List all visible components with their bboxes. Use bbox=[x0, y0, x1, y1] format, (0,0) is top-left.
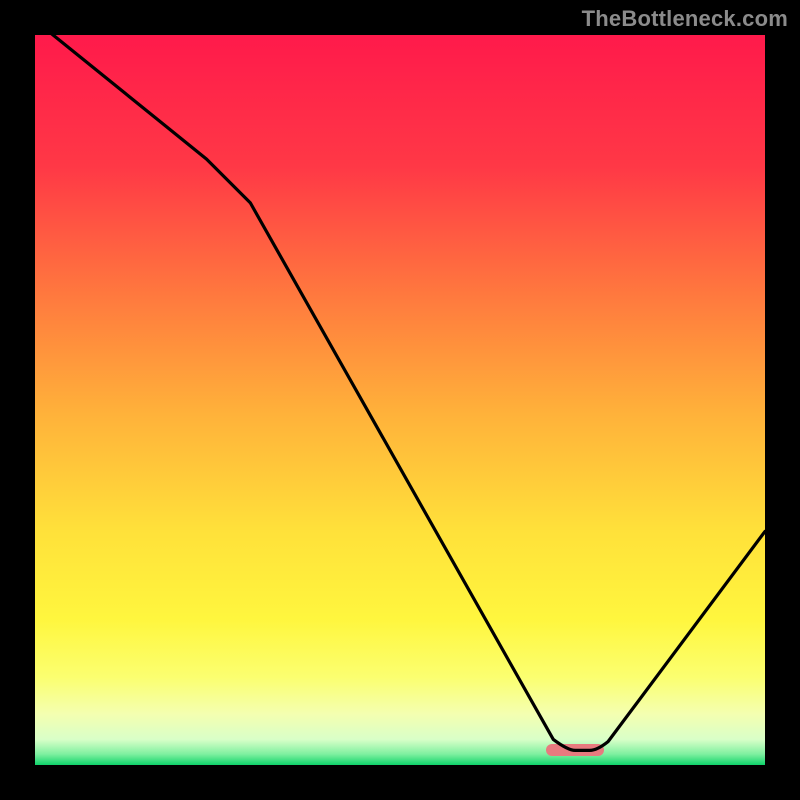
plot-area bbox=[35, 35, 765, 765]
outer-frame: TheBottleneck.com bbox=[0, 0, 800, 800]
bottleneck-curve bbox=[35, 35, 765, 765]
watermark-text: TheBottleneck.com bbox=[582, 6, 788, 32]
